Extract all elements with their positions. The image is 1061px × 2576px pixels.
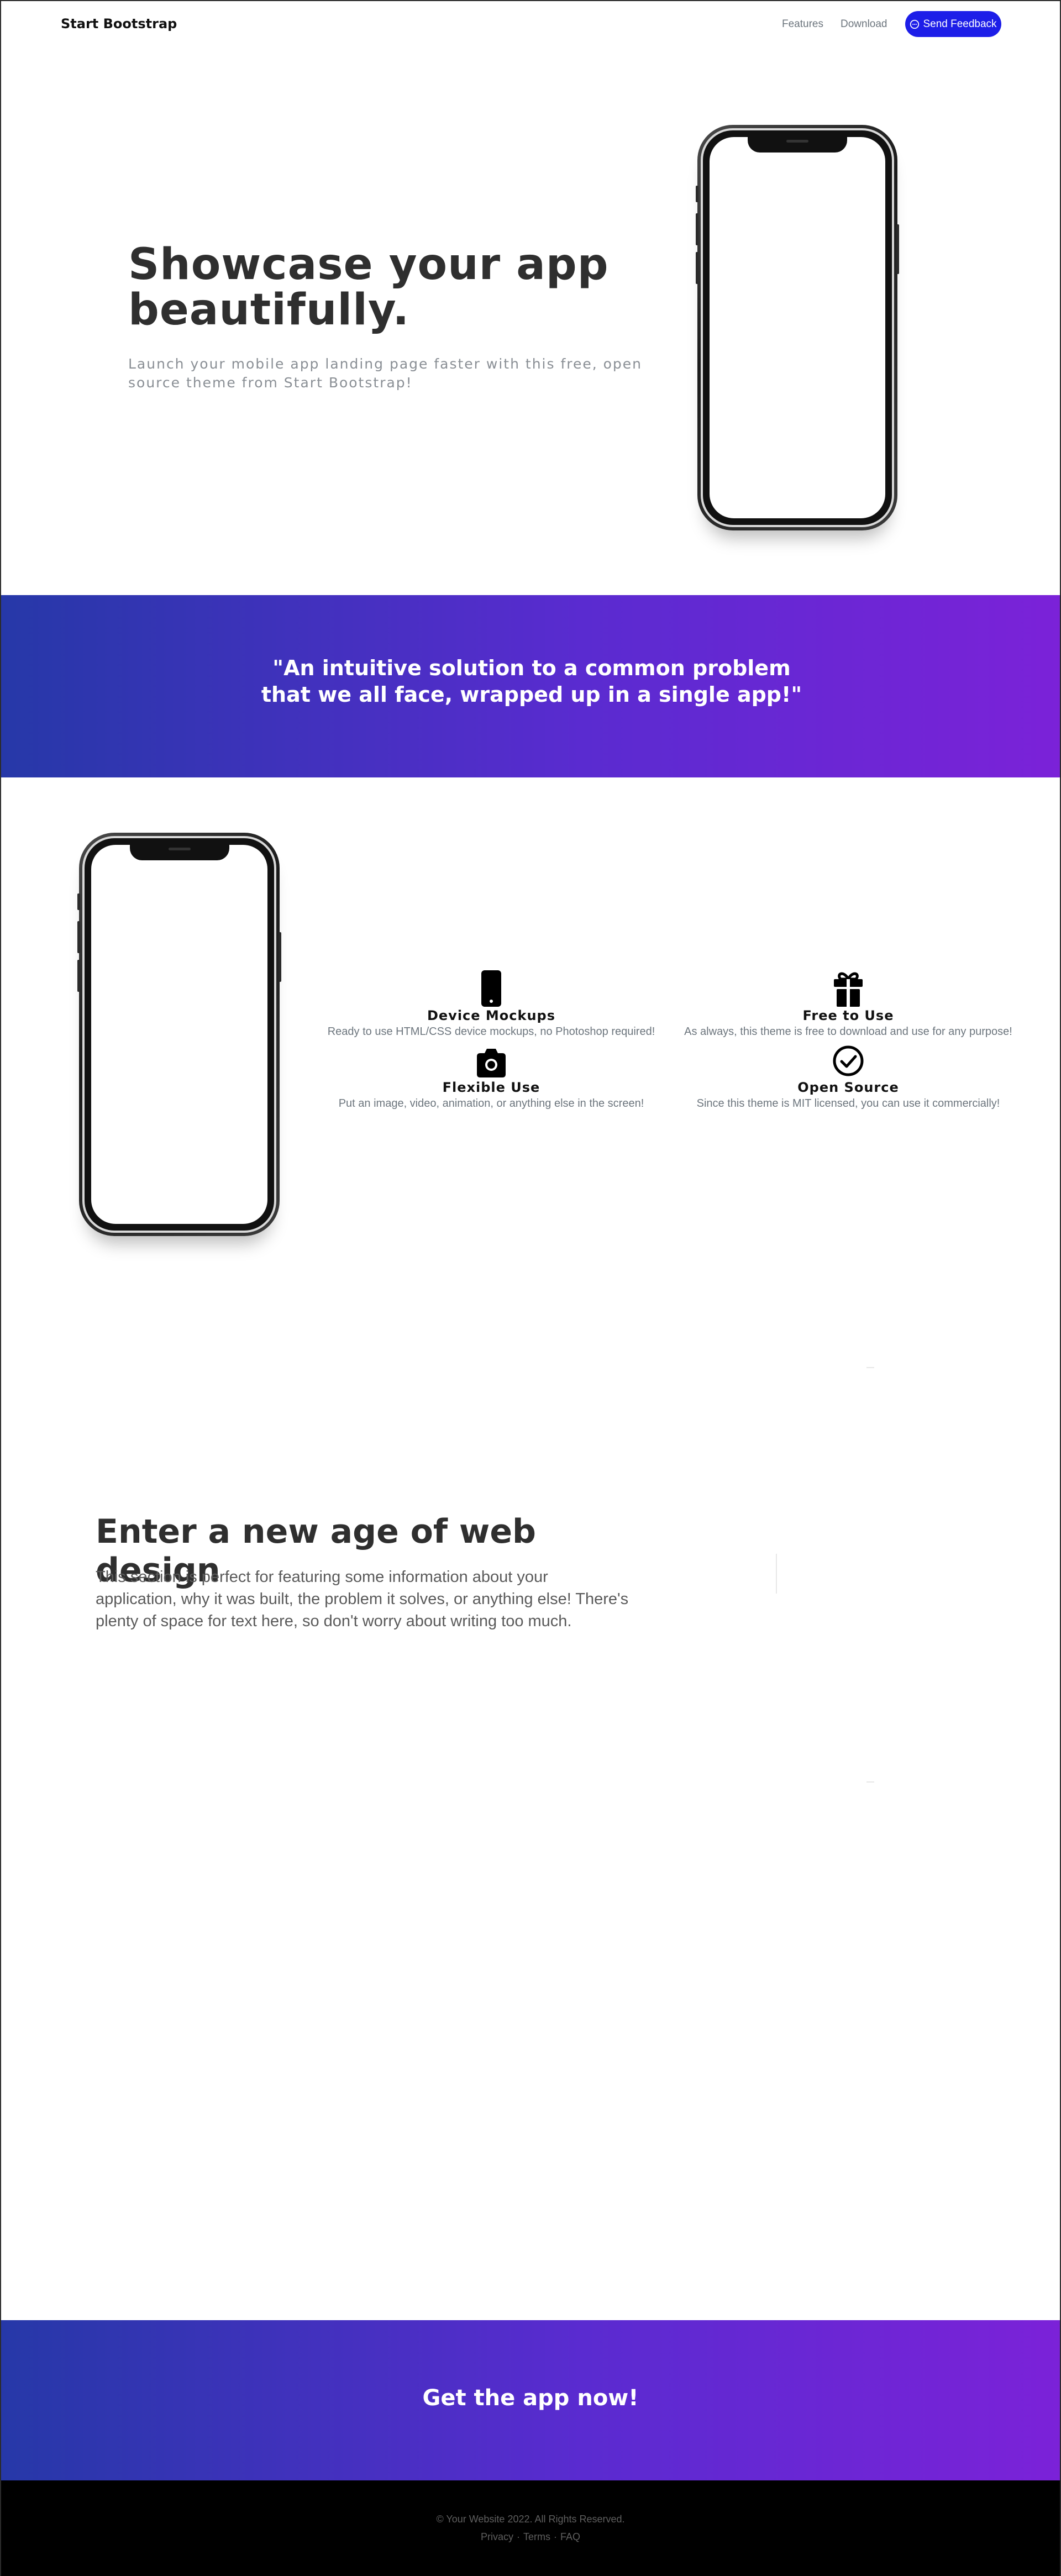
nav-link-download[interactable]: Download [841,18,887,30]
feature-flexible-use: Flexible Use Put an image, video, animat… [314,1040,668,1110]
feature-description: Since this theme is MIT licensed, you ca… [696,1097,1000,1110]
phone-screen [91,845,267,1224]
decorative-divider [776,1554,777,1594]
decorative-divider [866,1367,874,1368]
footer-link-faq[interactable]: FAQ [560,2531,580,2542]
feature-title: Open Source [797,1080,899,1095]
feature-open-source: Open Source Since this theme is MIT lice… [671,1040,1025,1110]
feature-description: Ready to use HTML/CSS device mockups, no… [327,1026,655,1038]
navbar: Start Bootstrap Features Download Send F… [1,0,1060,48]
phone-mockup [77,833,281,1236]
footer-link-terms[interactable]: Terms [523,2531,550,2542]
send-feedback-button[interactable]: Send Feedback [905,11,1001,37]
footer-links: Privacy · Terms · FAQ [480,2531,581,2542]
feature-title: Free to Use [802,1008,894,1023]
check-circle-icon [833,1045,864,1076]
hero-title: Showcase your app beautifully. [128,240,609,335]
feature-description: As always, this theme is free to downloa… [684,1026,1012,1038]
phone-screen [710,137,885,518]
cta-text: Get the app now! [422,2385,639,2411]
feature-free-to-use: Free to Use As always, this theme is fre… [671,968,1025,1038]
feature-description: Put an image, video, animation, or anyth… [338,1097,644,1110]
brand-logo[interactable]: Start Bootstrap [61,16,177,31]
phone-icon [481,970,501,1007]
decorative-divider [866,1781,874,1783]
hero-subtitle: Launch your mobile app landing page fast… [128,356,643,391]
feature-device-mockups: Device Mockups Ready to use HTML/CSS dev… [314,968,668,1038]
chat-icon [910,19,920,29]
gift-icon [834,972,863,1007]
feature-title: Device Mockups [427,1008,556,1023]
camera-icon [477,1049,506,1077]
cta-banner: Get the app now! [1,2320,1060,2480]
about-text: This section is perfect for featuring so… [96,1568,629,1630]
phone-mockup [696,125,899,530]
copyright-text: © Your Website 2022. All Rights Reserved… [436,2514,625,2525]
footer-link-privacy[interactable]: Privacy [481,2531,513,2542]
nav-link-features[interactable]: Features [782,18,823,30]
quote-banner: "An intuitive solution to a common probl… [1,595,1060,777]
feature-title: Flexible Use [442,1080,540,1095]
send-feedback-label: Send Feedback [923,18,997,30]
footer: © Your Website 2022. All Rights Reserved… [1,2480,1060,2576]
quote-text: "An intuitive solution to a common probl… [261,656,802,707]
